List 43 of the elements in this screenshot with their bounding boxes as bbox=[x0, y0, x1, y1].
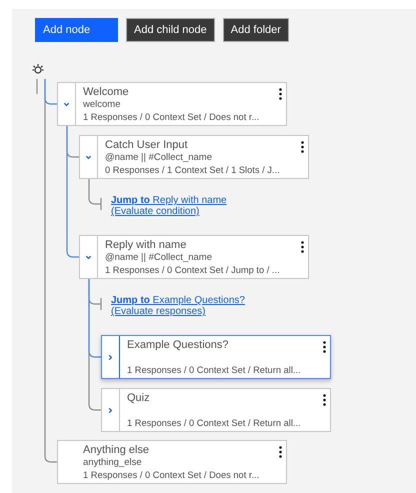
lightbulb-icon bbox=[32, 63, 44, 75]
chevron-down-icon[interactable] bbox=[85, 254, 92, 260]
overflow-menu-icon[interactable] bbox=[301, 241, 304, 253]
node-title: Quiz bbox=[127, 392, 150, 405]
node-title: Welcome bbox=[83, 86, 129, 99]
dialog-node-card[interactable]: Example Questions? 1 Responses / 0 Context Set / Return all... bbox=[101, 335, 331, 379]
chevron-down-icon[interactable] bbox=[85, 154, 92, 160]
node-condition: @name || #Collect_name bbox=[105, 252, 212, 264]
dialog-node-card[interactable]: Catch User Input @name || #Collect_name 0 Responses / 1 Context Set / 1 Slots / J... bbox=[79, 135, 309, 179]
evaluate-link[interactable]: (Evaluate condition) bbox=[111, 206, 200, 217]
chevron-right-icon[interactable] bbox=[107, 406, 114, 414]
dialog-node-card[interactable]: Quiz 1 Responses / 0 Context Set / Return all... bbox=[101, 388, 331, 432]
node-condition: anything_else bbox=[83, 457, 142, 469]
add-child-node-button[interactable]: Add child node bbox=[126, 18, 215, 42]
node-title: Anything else bbox=[83, 444, 150, 457]
jump-to-link[interactable]: Jump to Reply with name bbox=[111, 195, 227, 206]
node-summary: 1 Responses / 0 Context Set / Return all... bbox=[127, 417, 301, 429]
node-summary: 1 Responses / 0 Context Set / Does not r... bbox=[83, 111, 260, 123]
overflow-menu-icon[interactable] bbox=[323, 341, 326, 353]
node-summary: 1 Responses / 0 Context Set / Does not r... bbox=[83, 469, 260, 481]
connector-line bbox=[36, 79, 38, 94]
node-title: Reply with name bbox=[105, 239, 186, 252]
node-condition: @name || #Collect_name bbox=[105, 152, 212, 164]
node-title: Catch User Input bbox=[105, 139, 188, 152]
node-title: Example Questions? bbox=[127, 339, 228, 352]
overflow-menu-icon[interactable] bbox=[323, 394, 326, 406]
node-summary: 1 Responses / 0 Context Set / Return all... bbox=[127, 364, 301, 376]
node-summary: 1 Responses / 0 Context Set / Jump to / ... bbox=[105, 264, 280, 276]
chevron-down-icon[interactable] bbox=[63, 100, 70, 108]
overflow-menu-icon[interactable] bbox=[279, 88, 282, 100]
dialog-node-card[interactable]: Reply with name @name || #Collect_name 1 Responses / 0 Context Set / Jump to / ... bbox=[79, 235, 309, 279]
node-summary: 0 Responses / 1 Context Set / 1 Slots / J... bbox=[105, 164, 280, 176]
overflow-menu-icon[interactable] bbox=[301, 141, 304, 153]
jump-to-link[interactable]: Jump to Example Questions? bbox=[111, 295, 245, 306]
dialog-node-card[interactable]: Welcome welcome 1 Responses / 0 Context Set / Does not r... bbox=[57, 82, 287, 126]
chevron-right-icon[interactable] bbox=[107, 354, 114, 360]
evaluate-link[interactable]: (Evaluate responses) bbox=[111, 306, 206, 317]
add-folder-button[interactable]: Add folder bbox=[222, 18, 289, 42]
overflow-menu-icon[interactable] bbox=[279, 446, 282, 458]
connector-line bbox=[88, 178, 102, 211]
add-node-button[interactable]: Add node bbox=[35, 18, 118, 42]
dialog-node-card[interactable]: Anything else anything_else 1 Responses / 0 Context Set / Does not r... bbox=[57, 440, 287, 484]
node-condition: welcome bbox=[83, 99, 120, 111]
